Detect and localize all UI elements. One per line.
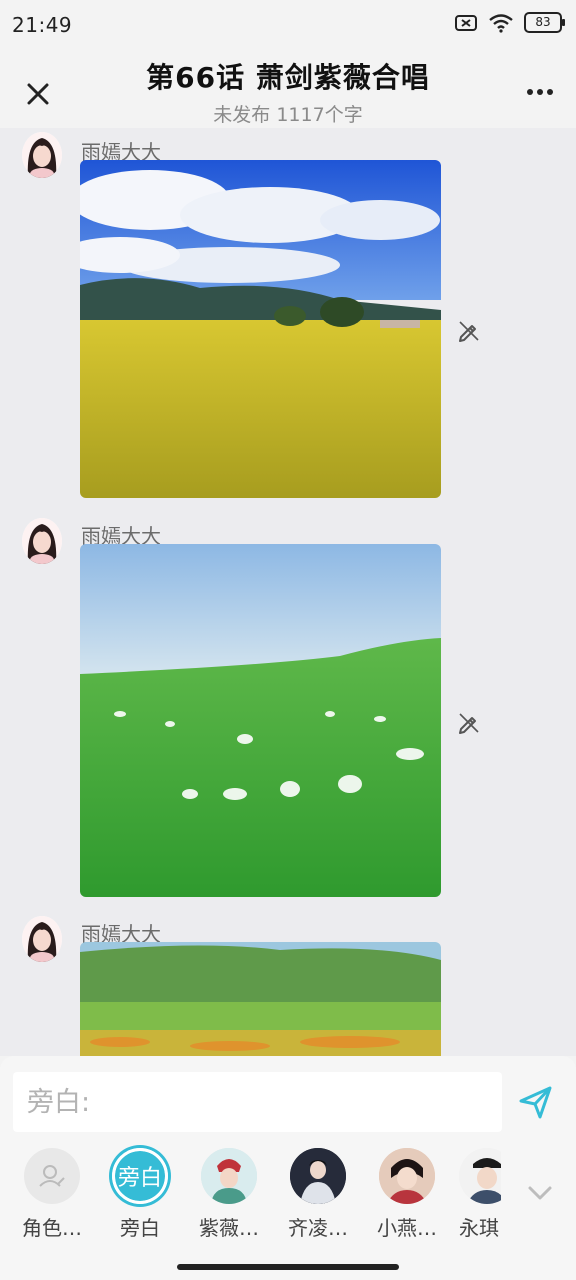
wifi-icon [489, 13, 513, 33]
more-button[interactable] [524, 80, 556, 104]
narration-input-box[interactable] [13, 1072, 502, 1132]
message-image[interactable] [80, 942, 441, 1056]
status-bar: 21:49 83 [0, 0, 576, 52]
edit-button[interactable] [456, 710, 482, 736]
role-label: 小燕… [377, 1216, 437, 1240]
role-qiling[interactable]: 齐凌… [278, 1148, 358, 1241]
role-xiaoyan[interactable]: 小燕… [367, 1148, 447, 1241]
expand-roles-button[interactable] [525, 1182, 555, 1204]
page-title: 第66话 萧剑紫薇合唱 [146, 61, 430, 94]
avatar [24, 1148, 80, 1204]
role-label: 紫薇… [199, 1216, 259, 1240]
avatar [379, 1148, 435, 1204]
sender-avatar[interactable] [22, 132, 62, 178]
chat-area[interactable]: 雨嫣大大 雨嫣大大 雨嫣大大 [0, 128, 576, 1056]
role-add[interactable]: 角色… [12, 1148, 92, 1241]
avatar [201, 1148, 257, 1204]
message-image[interactable] [80, 544, 441, 897]
role-yongqi[interactable]: 永琪 [445, 1148, 501, 1241]
pencil-icon [459, 713, 479, 734]
page-subtitle: 未发布 1117个字 [213, 104, 363, 126]
chevron-down-icon [528, 1186, 552, 1200]
role-label: 齐凌… [288, 1216, 348, 1240]
edit-button[interactable] [456, 318, 482, 344]
status-time: 21:49 [12, 13, 73, 37]
send-button[interactable] [518, 1084, 554, 1120]
role-label: 角色… [22, 1216, 82, 1240]
role-label: 永琪 [459, 1216, 499, 1240]
avatar: 旁白 [112, 1148, 168, 1204]
pencil-icon [459, 321, 479, 342]
sender-avatar[interactable] [22, 916, 62, 962]
composer-panel: 角色… 旁白 旁白 紫薇… [0, 1056, 576, 1280]
role-label: 旁白 [120, 1216, 160, 1240]
role-ziwei[interactable]: 紫薇… [189, 1148, 269, 1241]
nav-bar: 第66话 萧剑紫薇合唱 未发布 1117个字 [0, 52, 576, 128]
sender-avatar[interactable] [22, 518, 62, 564]
status-icons: 83 [454, 12, 565, 33]
narration-input[interactable] [13, 1072, 502, 1132]
role-narrator[interactable]: 旁白 旁白 [100, 1148, 180, 1241]
no-sim-icon [455, 14, 477, 31]
battery-indicator: 83 [524, 12, 565, 33]
send-icon [519, 1086, 552, 1119]
home-indicator[interactable] [177, 1264, 399, 1270]
avatar [290, 1148, 346, 1204]
avatar [459, 1148, 501, 1204]
message-image[interactable] [80, 160, 441, 498]
role-selector-bar: 角色… 旁白 旁白 紫薇… 齐凌… 小燕… 永琪 [0, 1148, 576, 1248]
more-dots-icon [527, 89, 553, 95]
role-avatar-text: 旁白 [117, 1166, 162, 1191]
add-role-icon [39, 1165, 65, 1187]
